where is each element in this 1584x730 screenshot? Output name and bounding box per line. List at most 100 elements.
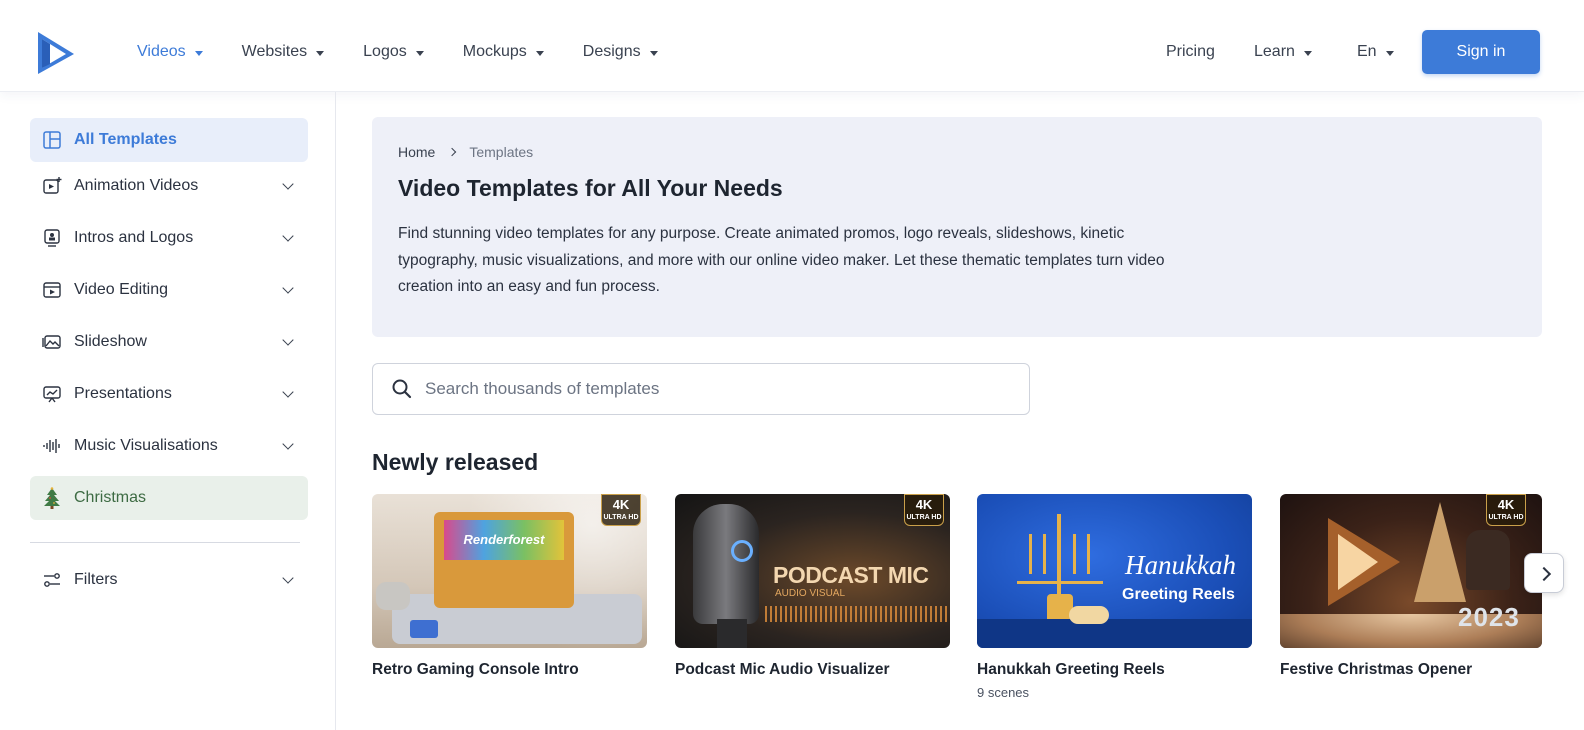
sidebar-item-label: All Templates [74,131,177,148]
chevron-right-icon [448,147,457,157]
badge-label: 4K [1497,497,1515,512]
filters-toggle[interactable]: Filters [30,558,308,602]
nav-mockups-label: Mockups [462,43,527,60]
play-shape-icon [1328,518,1400,606]
chevron-down-icon [282,334,294,346]
language-label: En [1357,43,1377,60]
breadcrumb-current: Templates [469,144,534,160]
video-plus-icon [42,176,62,196]
pricing-link[interactable]: Pricing [1166,30,1215,74]
template-card[interactable]: Renderforest 4K ULTRA HD Retro Gaming Co… [372,494,647,679]
badge-icon [42,228,62,248]
sidebar-item-christmas[interactable]: Christmas [30,476,308,520]
sidebar-item-label: Presentations [74,385,172,402]
thumbnail-text: 2023 [1458,602,1520,632]
badge-sub: ULTRA HD [603,514,639,521]
image-icon [42,332,62,352]
caret-down-icon [1385,50,1394,56]
sidebar-item-label: Video Editing [74,281,168,298]
card-title[interactable]: Podcast Mic Audio Visualizer [675,661,950,679]
nav-videos-label: Videos [137,43,186,60]
sidebar-item-label: Intros and Logos [74,229,194,246]
christmas-tree-icon [42,487,62,509]
4k-badge: 4K ULTRA HD [1486,494,1526,526]
template-card[interactable]: PODCAST MIC AUDIO VISUAL 4K ULTRA HD Pod… [675,494,950,679]
sidebar-item-label: Christmas [74,489,147,506]
card-title[interactable]: Festive Christmas Opener [1280,661,1542,679]
renderforest-logo[interactable] [36,30,76,76]
4k-badge: 4K ULTRA HD [904,494,944,526]
language-select[interactable]: En [1357,30,1394,74]
sidebar-item-video-editing[interactable]: Video Editing [30,268,308,312]
template-thumbnail[interactable]: PODCAST MIC AUDIO VISUAL 4K ULTRA HD [675,494,950,648]
sidebar-item-label: Slideshow [74,333,147,350]
caret-down-icon [194,50,203,56]
film-icon [42,280,62,300]
sidebar-item-label: Music Visualisations [74,437,218,454]
sidebar-item-intros-logos[interactable]: Intros and Logos [30,216,308,260]
sign-in-button[interactable]: Sign in [1422,30,1540,74]
main-nav: Videos Websites Logos Mockups Designs [137,40,697,64]
pricing-label: Pricing [1166,43,1215,60]
search-icon [392,379,412,399]
sidebar-item-all-templates[interactable]: All Templates [30,118,308,162]
nav-mockups[interactable]: Mockups [463,40,544,64]
sidebar-item-animation-videos[interactable]: Animation Videos [30,164,308,208]
thumbnail-text: Hanukkah [1125,550,1236,580]
hero-panel: Home Templates Video Templates for All Y… [372,117,1542,337]
caret-down-icon [415,50,424,56]
badge-sub: ULTRA HD [1488,514,1524,521]
sidebar-item-slideshow[interactable]: Slideshow [30,320,308,364]
badge-label: 4K [612,497,630,512]
nav-websites-label: Websites [241,43,308,60]
learn-menu[interactable]: Learn [1254,30,1312,74]
learn-label: Learn [1254,43,1295,60]
breadcrumb-home[interactable]: Home [398,144,435,160]
sidebar: All Templates Animation Videos Intros an… [10,92,336,730]
template-thumbnail[interactable]: Hanukkah Greeting Reels [977,494,1252,648]
search-input[interactable] [425,379,985,399]
badge-label: 4K [915,497,933,512]
chevron-down-icon [282,438,294,450]
page-description: Find stunning video templates for any pu… [398,225,1165,295]
chevron-down-icon [282,230,294,242]
card-title[interactable]: Hanukkah Greeting Reels [977,661,1252,679]
search-box [372,363,1030,415]
template-thumbnail[interactable]: 2023 4K ULTRA HD [1280,494,1542,648]
sidebar-divider [30,542,300,543]
sidebar-item-music-visualisations[interactable]: Music Visualisations [30,424,308,468]
nav-videos[interactable]: Videos [137,40,203,64]
chevron-down-icon [282,572,294,584]
thumbnail-text: Renderforest [463,532,545,547]
template-card[interactable]: 2023 4K ULTRA HD Festive Christmas Opene… [1280,494,1542,679]
chevron-down-icon [282,282,294,294]
section-title: Newly released [372,449,539,475]
carousel-next-button[interactable] [1524,553,1564,593]
card-subtitle: 9 scenes [977,685,1030,700]
filters-label: Filters [74,571,118,588]
4k-badge: 4K ULTRA HD [601,494,641,526]
sliders-icon [42,570,62,590]
sidebar-item-presentations[interactable]: Presentations [30,372,308,416]
template-card[interactable]: Hanukkah Greeting Reels Hanukkah Greetin… [977,494,1252,700]
sidebar-item-label: Animation Videos [74,177,199,194]
chevron-down-icon [282,386,294,398]
breadcrumb: Home Templates [398,144,533,160]
thumbnail-text: PODCAST MIC [773,562,929,588]
card-title[interactable]: Retro Gaming Console Intro [372,661,647,679]
chevron-down-icon [282,178,294,190]
caret-down-icon [316,50,325,56]
caret-down-icon [535,50,544,56]
presentation-icon [42,384,62,404]
nav-websites[interactable]: Websites [242,40,325,64]
template-thumbnail[interactable]: Renderforest 4K ULTRA HD [372,494,647,648]
thumbnail-subtext: Greeting Reels [1122,586,1235,603]
caret-down-icon [649,50,658,56]
waveform-icon [42,436,62,456]
caret-down-icon [1303,50,1312,56]
nav-designs[interactable]: Designs [583,40,658,64]
nav-logos-label: Logos [363,43,407,60]
page-title: Video Templates for All Your Needs [398,175,783,201]
nav-designs-label: Designs [582,43,641,60]
nav-logos[interactable]: Logos [363,40,424,64]
